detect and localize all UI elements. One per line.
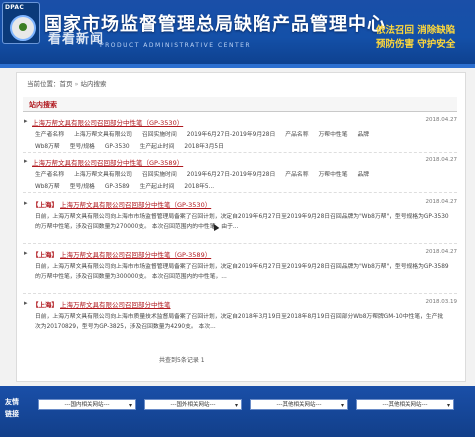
divider <box>23 152 457 153</box>
breadcrumb-prefix: 当前位置： <box>27 80 60 88</box>
detail-cell: 召回实施时间 <box>141 132 177 138</box>
chevron-down-icon: ▾ <box>340 402 344 409</box>
result-counter: 共查到5条记录 1 <box>159 357 205 364</box>
bullet-icon: ▸ <box>24 117 28 125</box>
result-detail-row: Wb8万帮 型号/规格 GP-3530 生产起止时间 2018年3月5日 <box>35 141 234 150</box>
detail-cell: 上海万帮文具有限公司 <box>74 132 132 138</box>
detail-cell: 生产者名称 <box>35 172 64 178</box>
result-summary: 日前，上海万帮文具有限公司向上海市市场监督管理局备案了召回计划，决定自2019年… <box>35 264 449 280</box>
breadcrumb-current: 站内搜索 <box>80 80 107 88</box>
divider <box>23 293 457 294</box>
detail-cell: 万帮中性笔 <box>318 132 348 138</box>
nav-strip <box>0 64 475 68</box>
detail-cell: 生产起止时间 <box>139 144 175 150</box>
breadcrumb-home-link[interactable]: 首页 <box>60 80 73 88</box>
bullet-icon: ▸ <box>24 299 28 307</box>
breadcrumb: 当前位置：首页» 站内搜索 <box>27 78 106 88</box>
result-title-text: 上海万帮文具有限公司召回部分中性笔 <box>60 301 171 309</box>
section-title: 站内搜索 <box>29 101 57 109</box>
dpac-logo[interactable]: DPAC <box>2 2 40 44</box>
select-value: ---其他相关网站--- <box>276 402 322 408</box>
detail-cell: 2019年6月27日-2019年9月28日 <box>186 132 276 138</box>
detail-cell: Wb8万帮 <box>35 184 60 190</box>
footer: 友情链接 ---国内相关网站--- ▾ ---国外相关网站--- ▾ ---其他相关… <box>0 386 475 437</box>
detail-cell: 品牌 <box>357 132 370 138</box>
result-title-link[interactable]: 【上海】 上海万帮文具有限公司召回部分中性笔（GP-3530） <box>32 199 211 209</box>
detail-cell: 产品名称 <box>285 132 309 138</box>
other-links-select[interactable]: ---其他相关网站--- ▾ <box>250 399 348 410</box>
result-summary: 日前，上海万帮文具有限公司向上海市质量技术监督局备案了召回计划，决定自2018年… <box>35 314 444 330</box>
result-summary: 日前，上海万帮文具有限公司向上海市市场监督管理局备案了召回计划，决定自2019年… <box>35 214 449 230</box>
result-title-link[interactable]: 【上海】 上海万帮文具有限公司召回部分中性笔（GP-3589） <box>32 249 211 259</box>
detail-cell: 生产者名称 <box>35 132 64 138</box>
detail-cell: GP-3589 <box>104 184 130 190</box>
result-date: 2018.03.19 <box>425 299 458 305</box>
bullet-icon: ▸ <box>24 249 28 257</box>
chevron-down-icon: ▾ <box>128 402 132 409</box>
region-tag: 【上海】 <box>32 251 58 259</box>
detail-cell: 上海万帮文具有限公司 <box>74 172 132 178</box>
detail-cell: 型号/规格 <box>69 144 95 150</box>
main-content: 当前位置：首页» 站内搜索 站内搜索 ▸ 上海万帮文具有限公司召回部分中性笔（GP… <box>16 72 466 382</box>
result-title-text: 上海万帮文具有限公司召回部分中性笔（GP-3530） <box>60 201 212 209</box>
slogan-line-1: 依法召回 消除缺陷 <box>376 25 456 36</box>
detail-cell: 品牌 <box>357 172 370 178</box>
bullet-icon: ▸ <box>24 199 28 207</box>
chevron-down-icon: ▾ <box>234 402 238 409</box>
detail-cell: 产品名称 <box>285 172 309 178</box>
detail-cell: 万帮中性笔 <box>318 172 348 178</box>
chevron-down-icon: ▾ <box>446 402 450 409</box>
select-value: ---国内相关网站--- <box>64 402 110 408</box>
detail-cell: 2018年3月5日 <box>184 144 224 150</box>
logo-emblem-icon <box>10 15 36 41</box>
region-tag: 【上海】 <box>32 201 58 209</box>
result-title-link[interactable]: 上海万帮文具有限公司召回部分中性笔（GP-3589） <box>32 157 183 167</box>
result-date: 2018.04.27 <box>425 249 458 255</box>
logo-text: DPAC <box>5 4 25 11</box>
slogan-line-2: 预防伤害 守护安全 <box>376 39 456 50</box>
divider <box>23 243 457 244</box>
result-detail-row: 生产者名称 上海万帮文具有限公司 召回实施时间 2019年6月27日-2019年9月2… <box>35 169 379 178</box>
watermark: 看看新闻 <box>48 32 105 47</box>
result-title-text: 上海万帮文具有限公司召回部分中性笔（GP-3589） <box>60 251 212 259</box>
site-subtitle-en: PRODUCT ADMINISTRATIVE CENTER <box>100 42 252 49</box>
result-date: 2018.04.27 <box>425 157 458 163</box>
detail-cell: 型号/规格 <box>69 184 95 190</box>
result-date: 2018.04.27 <box>425 199 458 205</box>
domestic-links-select[interactable]: ---国内相关网站--- ▾ <box>38 399 136 410</box>
detail-cell: GP-3530 <box>104 144 130 150</box>
other-links-select-2[interactable]: ---其他相关网站--- ▾ <box>356 399 454 410</box>
detail-cell: 召回实施时间 <box>141 172 177 178</box>
select-value: ---其他相关网站--- <box>382 402 428 408</box>
result-detail-row: 生产者名称 上海万帮文具有限公司 召回实施时间 2019年6月27日-2019年9月2… <box>35 129 379 138</box>
foreign-links-select[interactable]: ---国外相关网站--- ▾ <box>144 399 242 410</box>
detail-cell: 生产起止时间 <box>139 184 175 190</box>
divider <box>23 192 457 193</box>
region-tag: 【上海】 <box>32 301 58 309</box>
section-header: 站内搜索 <box>23 97 457 112</box>
select-value: ---国外相关网站--- <box>170 402 216 408</box>
header-banner: DPAC 国家市场监督管理总局缺陷产品管理中心 看看新闻 PRODUCT ADM… <box>0 0 475 68</box>
bullet-icon: ▸ <box>24 157 28 165</box>
result-detail-row: Wb8万帮 型号/规格 GP-3589 生产起止时间 2018年5... <box>35 181 224 190</box>
detail-cell: 2018年5... <box>184 184 215 190</box>
result-date: 2018.04.27 <box>425 117 458 123</box>
result-title-link[interactable]: 上海万帮文具有限公司召回部分中性笔（GP-3530） <box>32 117 183 127</box>
detail-cell: Wb8万帮 <box>35 144 60 150</box>
detail-cell: 2019年6月27日-2019年9月28日 <box>186 172 276 178</box>
friend-links-label: 友情链接 <box>5 398 19 418</box>
result-title-link[interactable]: 【上海】 上海万帮文具有限公司召回部分中性笔 <box>32 299 171 309</box>
